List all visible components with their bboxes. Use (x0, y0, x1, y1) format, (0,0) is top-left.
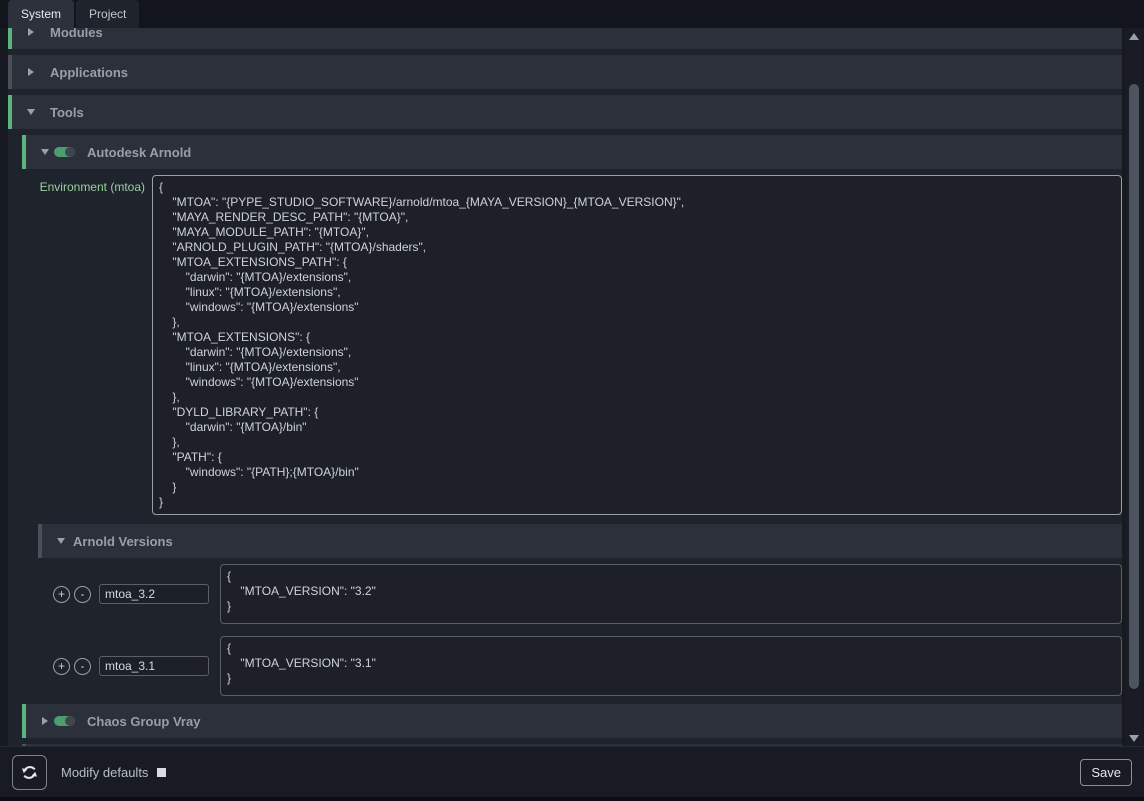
tab-project[interactable]: Project (76, 0, 139, 28)
version-json-textarea[interactable]: { "MTOA_VERSION": "3.1" } (220, 636, 1122, 696)
environment-row: Environment (mtoa) { "MTOA": "{PYPE_STUD… (8, 175, 1122, 515)
collapse-arrow-icon[interactable] (24, 68, 38, 76)
section-arnold-versions[interactable]: Arnold Versions (38, 524, 1122, 558)
footer-bar: Modify defaults Save (0, 746, 1144, 801)
section-arnold-title: Autodesk Arnold (87, 145, 191, 160)
version-row: + - { "MTOA_VERSION": "3.1" } (8, 636, 1122, 696)
modify-defaults-label: Modify defaults (61, 765, 148, 780)
section-autodesk-arnold[interactable]: Autodesk Arnold (22, 135, 1122, 169)
refresh-icon (21, 764, 38, 781)
expand-arrow-icon[interactable] (24, 109, 38, 115)
environment-json-textarea[interactable]: { "MTOA": "{PYPE_STUDIO_SOFTWARE}/arnold… (152, 175, 1122, 515)
section-chaos-group-vray[interactable]: Chaos Group Vray (22, 704, 1122, 738)
collapse-arrow-icon[interactable] (38, 717, 52, 725)
refresh-button[interactable] (12, 755, 47, 790)
collapse-arrow-icon[interactable] (24, 28, 38, 36)
section-modules[interactable]: Modules (8, 28, 1122, 49)
scrollbar-track[interactable] (1126, 44, 1142, 730)
expand-arrow-icon[interactable] (54, 538, 68, 544)
add-version-button[interactable]: + (53, 658, 70, 675)
settings-scroll-content: Modules Applications Tools Autodesk Arno… (8, 28, 1122, 746)
scroll-up-icon[interactable] (1126, 28, 1142, 44)
version-key-input[interactable] (99, 584, 209, 604)
section-vray-title: Chaos Group Vray (87, 714, 200, 729)
remove-version-button[interactable]: - (74, 586, 91, 603)
version-row-controls: + - (53, 656, 209, 676)
tab-system[interactable]: System (8, 0, 74, 28)
scroll-down-icon[interactable] (1126, 730, 1142, 746)
tab-system-label: System (21, 7, 61, 21)
section-tools[interactable]: Tools (8, 95, 1122, 129)
tab-bar: System Project (0, 0, 1144, 28)
environment-label: Environment (mtoa) (8, 175, 152, 515)
scrollbar-thumb[interactable] (1129, 84, 1139, 689)
save-button[interactable]: Save (1080, 759, 1132, 786)
toggle-knob (65, 147, 75, 157)
settings-viewport: Modules Applications Tools Autodesk Arno… (0, 28, 1144, 746)
section-applications-title: Applications (50, 65, 128, 80)
section-modules-title: Modules (50, 28, 103, 40)
vray-enabled-toggle[interactable] (54, 716, 75, 726)
version-row-controls: + - (53, 584, 209, 604)
arnold-enabled-toggle[interactable] (54, 147, 75, 157)
version-key-input[interactable] (99, 656, 209, 676)
section-tools-title: Tools (50, 105, 84, 120)
section-arnold-versions-title: Arnold Versions (73, 534, 173, 549)
tab-project-label: Project (89, 7, 126, 21)
vertical-scrollbar[interactable] (1126, 28, 1142, 746)
modify-defaults-checkbox[interactable] (157, 768, 166, 777)
version-json-textarea[interactable]: { "MTOA_VERSION": "3.2" } (220, 564, 1122, 624)
version-row: + - { "MTOA_VERSION": "3.2" } (8, 564, 1122, 624)
expand-arrow-icon[interactable] (38, 149, 52, 155)
remove-version-button[interactable]: - (74, 658, 91, 675)
section-applications[interactable]: Applications (8, 55, 1122, 89)
add-version-button[interactable]: + (53, 586, 70, 603)
toggle-knob (65, 716, 75, 726)
